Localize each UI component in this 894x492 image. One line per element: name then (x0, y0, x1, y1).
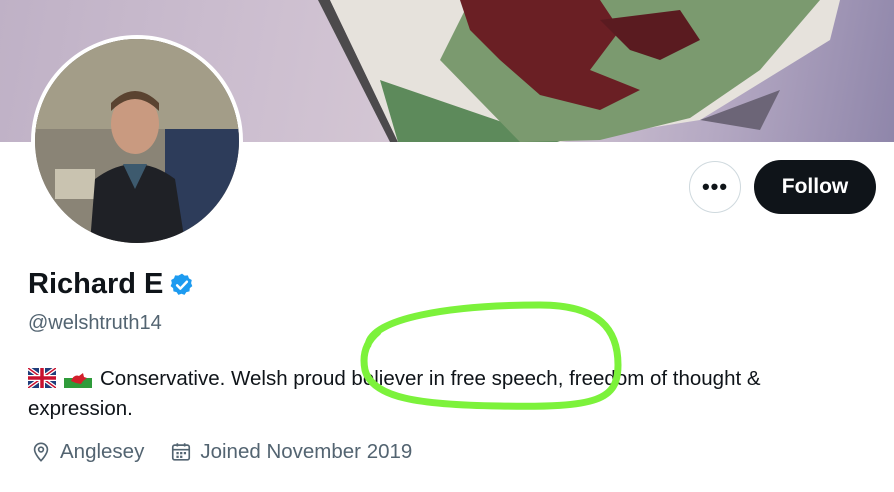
calendar-icon (172, 443, 191, 461)
location-text: Anglesey (60, 440, 145, 463)
follow-button[interactable]: Follow (754, 160, 876, 214)
profile-bio: Conservative. Welsh proud believer in fr… (28, 364, 868, 424)
wales-flag-icon (64, 368, 92, 388)
location-pin-icon (33, 442, 49, 462)
profile-name-text: Richard E (28, 268, 164, 300)
bio-text: Conservative. Welsh proud believer in fr… (28, 367, 761, 420)
more-icon: ••• (701, 174, 729, 199)
joined-item: Joined November 2019 (170, 440, 412, 464)
profile-meta: Anglesey Joined November 2019 (30, 440, 438, 464)
profile-name: Richard E (28, 268, 195, 301)
profile-handle: @welshtruth14 (28, 312, 162, 334)
more-options-button[interactable]: ••• (689, 161, 741, 213)
follow-button-label: Follow (781, 175, 849, 198)
verified-badge-icon[interactable] (169, 272, 195, 298)
avatar-photo-image (35, 39, 239, 243)
profile-avatar[interactable] (31, 35, 243, 247)
uk-flag-icon (28, 368, 56, 388)
location-item: Anglesey (30, 440, 144, 464)
joined-text: Joined November 2019 (200, 440, 413, 463)
